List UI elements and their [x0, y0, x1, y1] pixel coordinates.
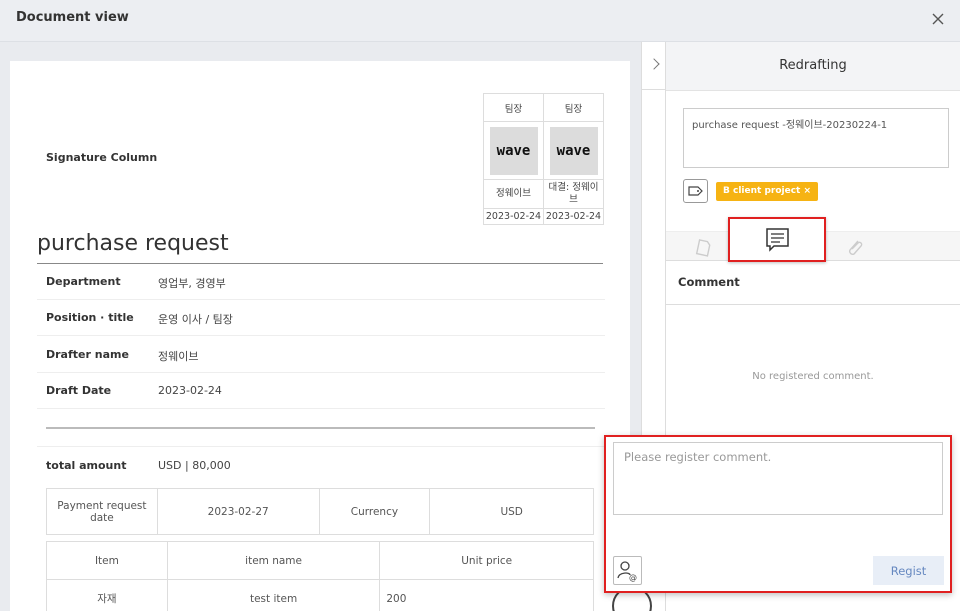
comment-input[interactable]: [613, 442, 943, 515]
dialog-titlebar: Document view: [0, 0, 960, 42]
payment-table: Payment request date 2023-02-27 Currency…: [46, 488, 594, 535]
mention-button[interactable]: @: [613, 556, 642, 585]
comment-icon: [766, 228, 789, 252]
tag-chip[interactable]: B client project ×: [716, 182, 819, 201]
tag-button[interactable]: [683, 179, 708, 203]
signature-name: 대결: 정웨이브: [543, 179, 604, 209]
field-value: 영업부, 경영부: [158, 277, 226, 290]
field-row: Department 영업부, 경영부: [37, 264, 605, 300]
signature-role: 팀장: [543, 93, 604, 122]
document-paper: Signature Column 팀장 팀장 wave wave 정웨이브 대결…: [10, 61, 630, 611]
signature-stamp: wave: [549, 126, 598, 175]
field-label: Drafter name: [46, 348, 129, 361]
items-table: Item item name Unit price 자재 test item 2…: [46, 541, 594, 611]
tab-attachments[interactable]: [834, 232, 874, 262]
signature-name: 정웨이브: [483, 179, 544, 209]
currency-label: Currency: [318, 488, 431, 535]
side-panel-header: Redrafting: [666, 42, 960, 91]
table-header: item name: [166, 541, 381, 580]
signature-column-label: Signature Column: [46, 151, 158, 164]
tag-icon: [688, 186, 703, 196]
total-amount-label: total amount: [46, 459, 127, 472]
payment-date-value: 2023-02-27: [156, 488, 320, 535]
field-value: 정웨이브: [158, 350, 199, 363]
empty-comments-message: No registered comment.: [752, 371, 874, 382]
field-row: Draft Date 2023-02-24: [37, 373, 605, 409]
signature-role: 팀장: [483, 93, 544, 122]
field-row: Position · title 운영 이사 / 팀장: [37, 300, 605, 336]
field-value: 2023-02-24: [158, 384, 222, 397]
mention-user-icon: @: [617, 561, 637, 582]
table-header: Item: [46, 541, 168, 580]
field-label: Position · title: [46, 311, 134, 324]
document-icon: [695, 239, 711, 257]
close-icon[interactable]: [926, 7, 950, 31]
dialog-title: Document view: [16, 10, 129, 25]
side-panel-title: Redrafting: [779, 58, 847, 73]
payment-date-label: Payment request date: [46, 488, 158, 535]
field-row: Drafter name 정웨이브: [37, 337, 605, 373]
document-area: Signature Column 팀장 팀장 wave wave 정웨이브 대결…: [0, 42, 641, 611]
signature-date: 2023-02-24: [543, 208, 604, 225]
regist-button[interactable]: Regist: [873, 556, 944, 585]
document-name-field[interactable]: purchase request -정웨이브-20230224-1: [683, 108, 949, 168]
tab-documents[interactable]: [684, 232, 724, 262]
table-cell: 자재: [46, 579, 168, 611]
currency-value: USD: [429, 488, 594, 535]
table-cell: test item: [166, 579, 381, 611]
tab-comments[interactable]: [728, 217, 826, 262]
signature-table: 팀장 팀장 wave wave 정웨이브 대결: 정웨이브 2023-02-24…: [483, 93, 604, 225]
comment-divider: [666, 304, 960, 305]
document-title: purchase request: [37, 231, 229, 256]
total-amount-value: USD | 80,000: [158, 459, 231, 472]
paperclip-icon: [849, 240, 863, 255]
table-header: Unit price: [379, 541, 594, 580]
table-cell: 200: [379, 579, 594, 611]
field-value: 운영 이사 / 팀장: [158, 313, 233, 326]
total-amount-row: total amount USD | 80,000: [37, 446, 605, 482]
field-label: Draft Date: [46, 384, 112, 397]
comment-compose-box: @ Regist: [604, 435, 952, 593]
field-label: Department: [46, 275, 121, 288]
table-row: 자재 test item 200: [46, 579, 594, 611]
signature-stamp: wave: [489, 126, 538, 175]
section-divider: [46, 427, 595, 429]
svg-text:@: @: [629, 573, 637, 582]
comment-section-title: Comment: [678, 275, 740, 289]
signature-date: 2023-02-24: [483, 208, 544, 225]
